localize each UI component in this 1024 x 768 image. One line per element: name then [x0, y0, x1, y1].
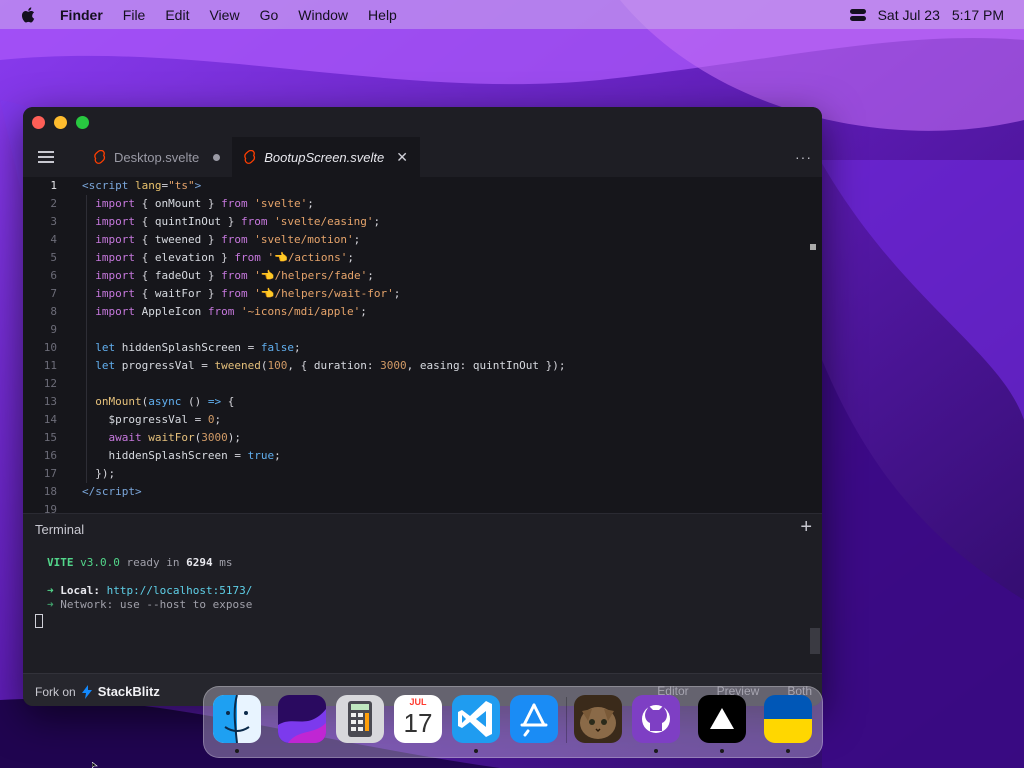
hamburger-menu-icon[interactable] [38, 148, 54, 166]
github-icon[interactable] [632, 695, 680, 743]
terminal-panel[interactable]: Terminal + VITE v3.0.0 ready in 6294 ms … [23, 513, 822, 674]
code-line: 4 import { tweened } from 'svelte/motion… [50, 233, 361, 246]
code-line: 6 import { fadeOut } from '👈/helpers/fad… [50, 269, 374, 282]
running-indicator [474, 749, 478, 753]
svelte-file-icon [244, 150, 256, 164]
tab-label: Desktop.svelte [114, 149, 200, 165]
menu-bar: Finder File Edit View Go Window Help Sat… [0, 0, 1024, 29]
terminal-scrollbar[interactable] [810, 628, 820, 654]
menubar-date[interactable]: Sat Jul 23 [878, 7, 940, 23]
vercel-icon[interactable] [698, 695, 746, 743]
unsaved-indicator-icon [213, 153, 221, 161]
svelte-file-icon [94, 150, 106, 164]
apple-logo-icon[interactable] [20, 6, 38, 24]
menu-file[interactable]: File [123, 7, 146, 23]
code-line: 5 import { elevation } from '👈/actions'; [50, 251, 355, 264]
menu-app-name[interactable]: Finder [60, 7, 103, 23]
editor-window: Desktop.svelte BootupScreen.svelte ✕ ···… [23, 107, 822, 706]
pointing-hand-icon: 👈 [274, 251, 288, 264]
code-line: 15 await waitFor(3000); [43, 431, 241, 444]
code-line: 10 let hiddenSplashScreen = false; [43, 341, 301, 354]
menu-edit[interactable]: Edit [165, 7, 189, 23]
dock: JUL 17 [203, 686, 823, 758]
control-center-icon[interactable] [849, 8, 866, 22]
close-tab-icon[interactable]: ✕ [396, 149, 408, 166]
vscode-icon[interactable] [452, 695, 500, 743]
code-line: 2 import { onMount } from 'svelte'; [50, 197, 314, 210]
code-line: 19 [43, 503, 57, 513]
menu-view[interactable]: View [209, 7, 239, 23]
pointing-hand-icon: 👈 [260, 287, 275, 300]
tab-bootupscreen-svelte[interactable]: BootupScreen.svelte ✕ [232, 137, 420, 177]
app-store-icon[interactable] [510, 695, 558, 743]
code-line: 9 [50, 323, 57, 336]
finder-icon[interactable] [213, 695, 261, 743]
code-line: 14 $progressVal = 0; [43, 413, 222, 426]
code-line: 7 import { waitFor } from '👈/helpers/wai… [50, 287, 401, 300]
fork-on-stackblitz-link[interactable]: Fork on StackBlitz [35, 684, 160, 699]
minimize-window-button[interactable] [54, 116, 67, 129]
menu-window[interactable]: Window [298, 7, 348, 23]
more-options-icon[interactable]: ··· [795, 149, 812, 165]
code-line: 3 import { quintInOut } from 'svelte/eas… [50, 215, 381, 228]
window-titlebar[interactable] [23, 107, 822, 137]
terminal-cursor [35, 614, 43, 628]
ukraine-flag-icon[interactable] [764, 695, 812, 743]
running-indicator [786, 749, 790, 753]
code-editor[interactable]: 1 <script lang="ts"> 2 import { onMount }… [23, 177, 822, 513]
running-indicator [720, 749, 724, 753]
minimap-marker[interactable] [810, 244, 816, 250]
code-line: 13 onMount(async () => { [43, 395, 235, 408]
running-indicator [235, 749, 239, 753]
tab-label: BootupScreen.svelte [264, 149, 385, 165]
add-terminal-icon[interactable]: + [800, 516, 812, 539]
running-indicator [654, 749, 658, 753]
wallpaper-icon[interactable] [278, 695, 326, 743]
code-line: 11 let progressVal = tweened(100, { dura… [43, 359, 566, 372]
close-window-button[interactable] [32, 116, 45, 129]
pointing-hand-icon: 👈 [260, 269, 275, 282]
dock-separator [566, 697, 567, 743]
menubar-time[interactable]: 5:17 PM [952, 7, 1004, 23]
calendar-icon[interactable]: JUL 17 [394, 695, 442, 743]
menu-help[interactable]: Help [368, 7, 397, 23]
terminal-output: VITE v3.0.0 ready in 6294 ms ➜ Local: ht… [47, 556, 253, 611]
zoom-window-button[interactable] [76, 116, 89, 129]
code-line: 18 </script> [43, 485, 142, 498]
code-line: 12 [43, 377, 57, 390]
code-line: 8 import AppleIcon from '~icons/mdi/appl… [50, 305, 367, 318]
indent-guide [86, 195, 87, 483]
code-line: 17 }); [43, 467, 116, 480]
mouse-cursor-icon [92, 762, 98, 768]
cat-photo-icon[interactable] [574, 695, 622, 743]
menu-go[interactable]: Go [260, 7, 279, 23]
terminal-title: Terminal [35, 522, 85, 537]
lightning-bolt-icon [81, 684, 92, 699]
calculator-icon[interactable] [336, 695, 384, 743]
code-line: 16 hiddenSplashScreen = true; [43, 449, 281, 462]
tab-desktop-svelte[interactable]: Desktop.svelte [82, 137, 232, 177]
tab-bar: Desktop.svelte BootupScreen.svelte ✕ ··· [23, 137, 822, 177]
code-line: 1 <script lang="ts"> [50, 179, 202, 192]
